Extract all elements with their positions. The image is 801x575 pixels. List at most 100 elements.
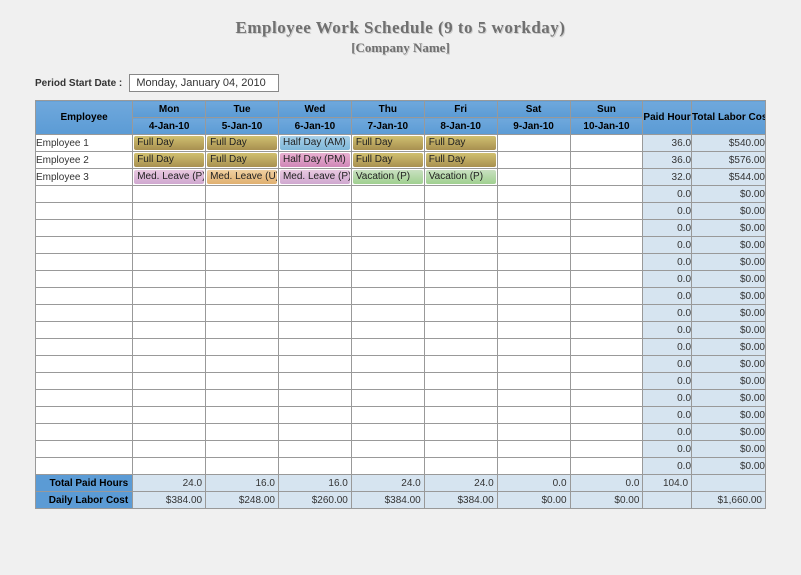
schedule-cell[interactable]	[133, 458, 206, 475]
schedule-cell[interactable]	[206, 203, 279, 220]
schedule-cell[interactable]	[133, 356, 206, 373]
schedule-cell[interactable]	[570, 424, 643, 441]
employee-name-cell[interactable]: Employee 3	[36, 169, 133, 186]
shift-pill[interactable]: Med. Leave (P)	[134, 170, 204, 184]
schedule-cell[interactable]: Full Day	[133, 152, 206, 169]
schedule-cell[interactable]	[497, 458, 570, 475]
shift-pill[interactable]: Full Day	[353, 136, 423, 150]
schedule-cell[interactable]	[133, 254, 206, 271]
schedule-cell[interactable]	[497, 441, 570, 458]
schedule-cell[interactable]	[570, 254, 643, 271]
schedule-cell[interactable]: Vacation (P)	[424, 169, 497, 186]
schedule-cell[interactable]	[497, 390, 570, 407]
employee-name-cell[interactable]	[36, 271, 133, 288]
schedule-cell[interactable]	[570, 356, 643, 373]
schedule-cell[interactable]	[351, 305, 424, 322]
period-start-date-input[interactable]: Monday, January 04, 2010	[129, 74, 279, 92]
schedule-cell[interactable]	[206, 390, 279, 407]
schedule-cell[interactable]	[351, 339, 424, 356]
schedule-cell[interactable]	[278, 237, 351, 254]
schedule-cell[interactable]	[278, 254, 351, 271]
schedule-cell[interactable]	[278, 305, 351, 322]
schedule-cell[interactable]	[497, 424, 570, 441]
schedule-cell[interactable]	[206, 305, 279, 322]
shift-pill[interactable]: Full Day	[426, 153, 496, 167]
schedule-cell[interactable]	[424, 407, 497, 424]
schedule-cell[interactable]	[206, 407, 279, 424]
schedule-cell[interactable]	[497, 407, 570, 424]
schedule-cell[interactable]	[278, 407, 351, 424]
schedule-cell[interactable]	[424, 441, 497, 458]
employee-name-cell[interactable]: Employee 2	[36, 152, 133, 169]
schedule-cell[interactable]: Med. Leave (P)	[133, 169, 206, 186]
schedule-cell[interactable]	[133, 424, 206, 441]
shift-pill[interactable]: Half Day (PM)	[280, 153, 350, 167]
schedule-cell[interactable]	[278, 186, 351, 203]
schedule-cell[interactable]	[133, 390, 206, 407]
schedule-cell[interactable]	[351, 254, 424, 271]
schedule-cell[interactable]	[497, 169, 570, 186]
schedule-cell[interactable]: Full Day	[351, 135, 424, 152]
schedule-cell[interactable]	[424, 424, 497, 441]
schedule-cell[interactable]	[206, 424, 279, 441]
schedule-cell[interactable]	[497, 186, 570, 203]
schedule-cell[interactable]	[351, 424, 424, 441]
schedule-cell[interactable]	[278, 322, 351, 339]
schedule-cell[interactable]	[570, 339, 643, 356]
schedule-cell[interactable]	[497, 322, 570, 339]
shift-pill[interactable]: Full Day	[134, 153, 204, 167]
schedule-cell[interactable]	[424, 271, 497, 288]
schedule-cell[interactable]	[424, 203, 497, 220]
schedule-cell[interactable]	[206, 373, 279, 390]
schedule-cell[interactable]	[570, 322, 643, 339]
schedule-cell[interactable]	[497, 373, 570, 390]
schedule-cell[interactable]	[351, 220, 424, 237]
schedule-cell[interactable]	[570, 305, 643, 322]
employee-name-cell[interactable]	[36, 254, 133, 271]
schedule-cell[interactable]	[497, 237, 570, 254]
schedule-cell[interactable]: Full Day	[133, 135, 206, 152]
shift-pill[interactable]: Med. Leave (P)	[280, 170, 350, 184]
shift-pill[interactable]: Half Day (AM)	[280, 136, 350, 150]
schedule-cell[interactable]	[351, 322, 424, 339]
schedule-cell[interactable]	[351, 441, 424, 458]
schedule-cell[interactable]	[206, 322, 279, 339]
schedule-cell[interactable]	[424, 254, 497, 271]
schedule-cell[interactable]	[497, 220, 570, 237]
schedule-cell[interactable]: Full Day	[424, 152, 497, 169]
schedule-cell[interactable]	[133, 186, 206, 203]
shift-pill[interactable]: Med. Leave (U)	[207, 170, 277, 184]
schedule-cell[interactable]	[570, 390, 643, 407]
shift-pill[interactable]: Full Day	[207, 153, 277, 167]
schedule-cell[interactable]: Med. Leave (U)	[206, 169, 279, 186]
schedule-cell[interactable]	[424, 390, 497, 407]
schedule-cell[interactable]	[133, 203, 206, 220]
schedule-cell[interactable]: Full Day	[206, 135, 279, 152]
schedule-cell[interactable]	[424, 288, 497, 305]
employee-name-cell[interactable]	[36, 458, 133, 475]
employee-name-cell[interactable]: Employee 1	[36, 135, 133, 152]
schedule-cell[interactable]	[570, 458, 643, 475]
schedule-cell[interactable]	[424, 220, 497, 237]
schedule-cell[interactable]: Half Day (PM)	[278, 152, 351, 169]
employee-name-cell[interactable]	[36, 305, 133, 322]
schedule-cell[interactable]	[351, 288, 424, 305]
schedule-cell[interactable]	[497, 135, 570, 152]
schedule-cell[interactable]	[206, 339, 279, 356]
schedule-cell[interactable]	[570, 271, 643, 288]
schedule-cell[interactable]	[206, 186, 279, 203]
schedule-cell[interactable]	[497, 305, 570, 322]
schedule-cell[interactable]	[351, 373, 424, 390]
schedule-cell[interactable]	[351, 237, 424, 254]
schedule-cell[interactable]	[351, 407, 424, 424]
schedule-cell[interactable]	[424, 458, 497, 475]
schedule-cell[interactable]	[133, 441, 206, 458]
schedule-cell[interactable]	[133, 237, 206, 254]
schedule-cell[interactable]	[278, 458, 351, 475]
schedule-cell[interactable]	[278, 203, 351, 220]
schedule-cell[interactable]	[351, 203, 424, 220]
employee-name-cell[interactable]	[36, 288, 133, 305]
schedule-cell[interactable]: Vacation (P)	[351, 169, 424, 186]
schedule-cell[interactable]	[206, 458, 279, 475]
schedule-cell[interactable]: Half Day (AM)	[278, 135, 351, 152]
